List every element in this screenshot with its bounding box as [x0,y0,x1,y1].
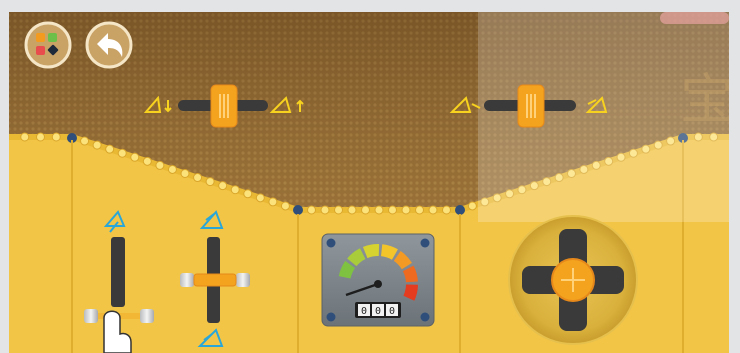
rivet [142,156,152,166]
window-frame-right [729,0,740,353]
odometer-digit: 0 [375,306,381,317]
rivet [167,164,177,174]
rivet [180,169,190,178]
control-panel-canvas: 宝 0 0 0 [9,12,729,353]
rivet [467,201,477,211]
window-frame-top [0,0,740,12]
back-button[interactable] [85,21,133,69]
rivet [105,144,115,154]
rivet [255,193,265,203]
rivet [388,205,397,215]
rivet [230,185,240,195]
rivet [307,205,316,215]
rivet [193,173,203,183]
rivet [243,189,253,199]
rivet [415,205,424,215]
rivet [117,148,127,158]
directional-pad[interactable] [508,215,638,345]
rivet [218,181,228,191]
rivet [51,132,61,142]
rivet [428,205,438,215]
rivet [130,152,140,162]
watermark-text: 宝 [680,68,729,131]
rivet [155,160,165,170]
game-screen: 宝 0 0 0 [0,0,740,353]
rivet [280,201,290,211]
rivet [442,205,451,215]
bolt [293,205,303,215]
menu-button[interactable] [24,21,72,69]
lever-knob-left [84,309,98,323]
rivet [36,132,45,142]
speed-gauge: 0 0 0 [321,233,435,327]
window-frame-left [0,0,9,353]
rivet [347,205,357,215]
lever-knob-right [140,309,154,323]
rivet [92,140,102,150]
rivet [20,132,30,142]
lever-handle[interactable] [193,273,237,287]
rivet [374,205,384,215]
rivet [401,205,411,215]
bolt [455,205,465,215]
rivet [80,136,90,146]
lever-knob-right [236,273,250,287]
rivet [334,205,343,215]
odometer-digit: 0 [389,306,395,317]
overlay-tab [660,12,729,24]
rivet [320,205,330,215]
odometer-digit: 0 [361,306,367,317]
lever-knob-left [180,273,194,287]
rivet [268,197,278,207]
rivet [361,205,370,215]
rivet [205,177,215,187]
